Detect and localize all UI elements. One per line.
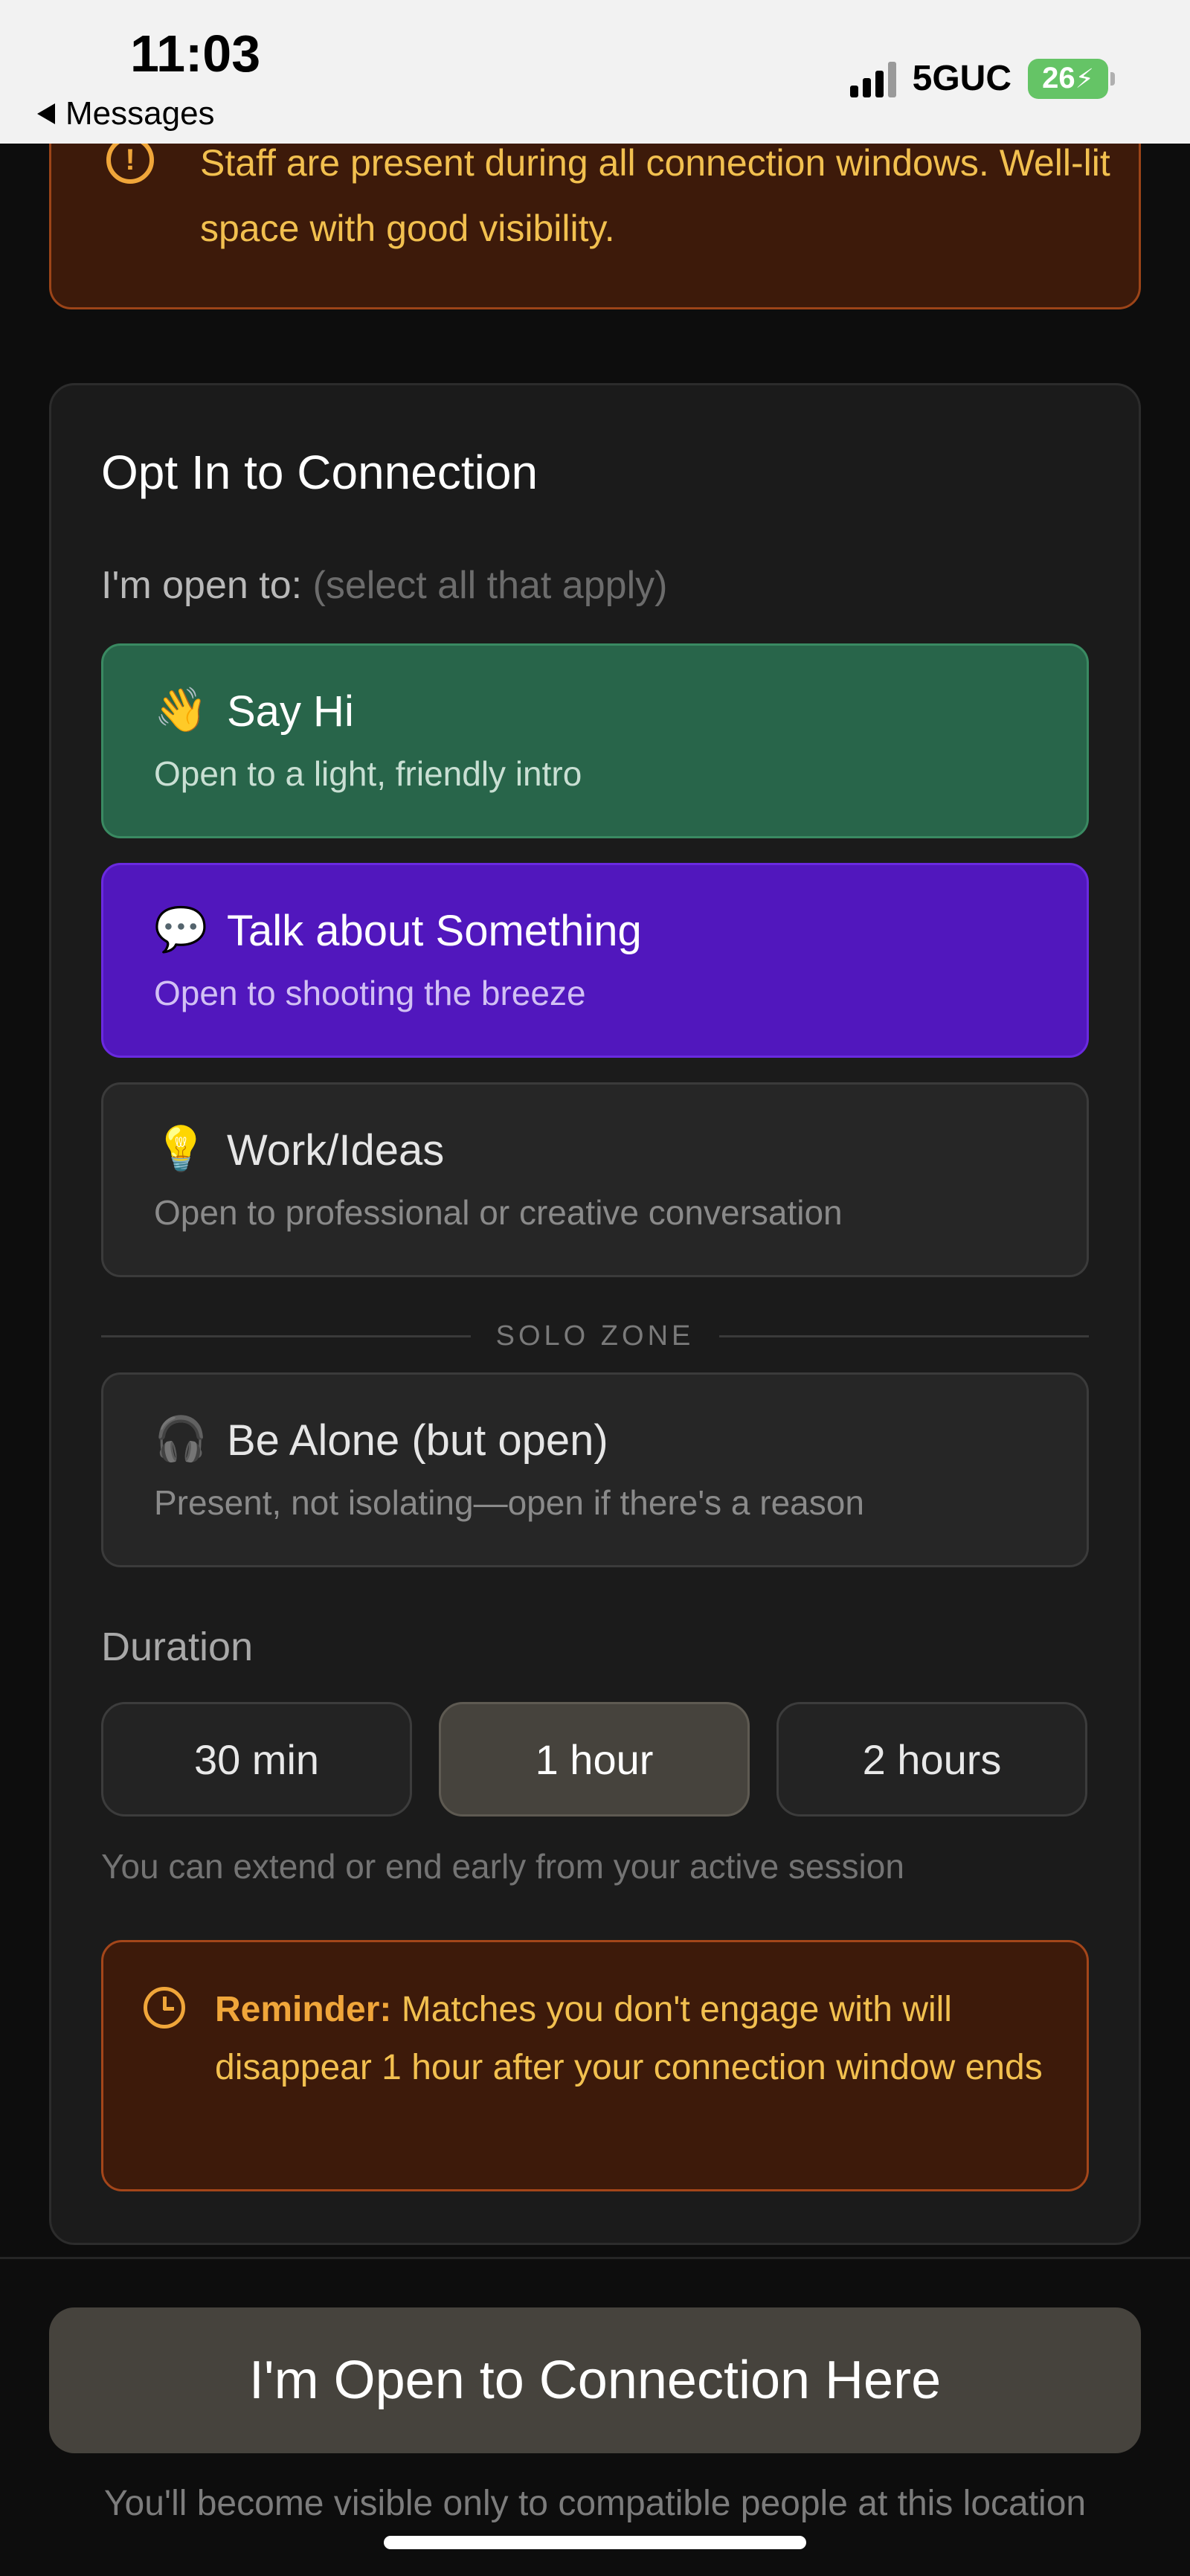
headphones-icon: 🎧 [154, 1415, 208, 1463]
bottom-divider [0, 2257, 1190, 2259]
visibility-note: You'll become visible only to compatible… [103, 2484, 1087, 2523]
duration-30-min-button[interactable]: 30 min [101, 1702, 412, 1817]
option-work-ideas[interactable]: 💡 Work/Ideas Open to professional or cre… [101, 1082, 1089, 1277]
signal-strength-icon [849, 60, 896, 97]
speech-bubble-icon: 💬 [154, 905, 208, 954]
network-type: 5GUC [912, 59, 1012, 98]
option-title: Talk about Something [227, 907, 642, 955]
opt-in-title: Opt In to Connection [101, 446, 538, 499]
status-time: 11:03 [130, 25, 261, 83]
reminder-label: Reminder: [215, 1990, 392, 2029]
waving-hand-icon: 👋 [154, 686, 208, 734]
status-bar: 11:03 Messages 5GUC 26 ⚡ [0, 0, 1190, 144]
home-indicator[interactable] [384, 2536, 806, 2549]
option-subtitle: Open to shooting the breeze [154, 974, 586, 1012]
battery-icon: 26 ⚡ [1028, 58, 1115, 99]
open-to-label: I'm open to: (select all that apply) [101, 563, 667, 608]
duration-1-hour-button[interactable]: 1 hour [439, 1702, 750, 1817]
back-arrow-icon [37, 103, 55, 124]
option-be-alone[interactable]: 🎧 Be Alone (but open) Present, not isola… [101, 1372, 1089, 1567]
option-subtitle: Open to a light, friendly intro [154, 754, 582, 793]
option-subtitle: Open to professional or creative convers… [154, 1193, 843, 1232]
option-title: Say Hi [227, 687, 354, 736]
back-label: Messages [65, 95, 215, 132]
option-title: Work/Ideas [227, 1126, 445, 1175]
solo-zone-label: SOLO ZONE [495, 1320, 695, 1352]
reminder-text: Reminder: Matches you don't engage with … [215, 1981, 1055, 2097]
solo-zone-divider: SOLO ZONE [101, 1317, 1089, 1355]
battery-level: 26 [1042, 62, 1075, 94]
option-say-hi[interactable]: 👋 Say Hi Open to a light, friendly intro [101, 643, 1089, 838]
divider-line [101, 1334, 471, 1337]
back-to-messages-link[interactable]: Messages [37, 95, 215, 132]
reminder-notice: Reminder: Matches you don't engage with … [101, 1940, 1089, 2191]
status-indicators: 5GUC 26 ⚡ [849, 58, 1115, 99]
option-talk-about-something[interactable]: 💬 Talk about Something Open to shooting … [101, 863, 1089, 1058]
duration-label: Duration [101, 1625, 254, 1669]
clock-icon [144, 1987, 185, 2029]
lightbulb-icon: 💡 [154, 1125, 208, 1173]
duration-2-hours-button[interactable]: 2 hours [776, 1702, 1087, 1817]
duration-note: You can extend or end early from your ac… [101, 1847, 904, 1886]
safety-notice-text: Staff are present during all connection … [200, 142, 1110, 249]
option-title: Be Alone (but open) [227, 1416, 608, 1465]
open-to-hint: (select all that apply) [312, 564, 668, 607]
option-subtitle: Present, not isolating—open if there's a… [154, 1483, 864, 1522]
open-to-text: I'm open to: [101, 564, 303, 607]
open-to-connection-button[interactable]: I'm Open to Connection Here [49, 2307, 1141, 2453]
divider-line [719, 1334, 1089, 1337]
